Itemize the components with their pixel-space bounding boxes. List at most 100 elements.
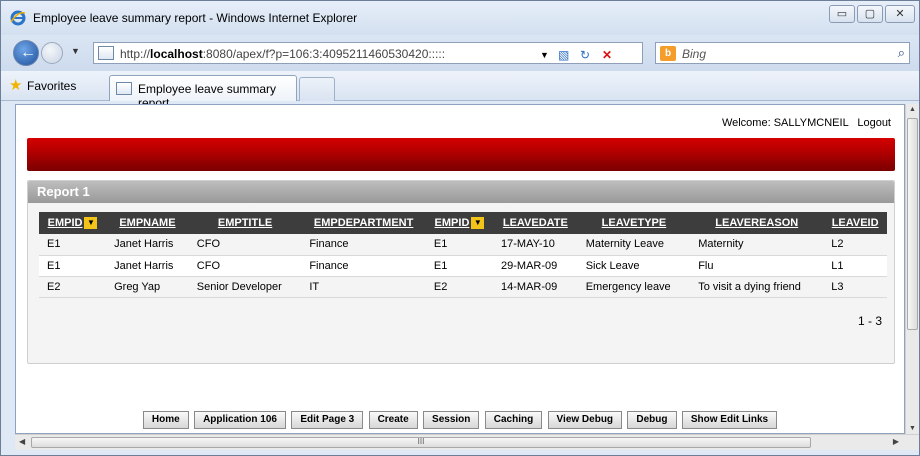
table-row: E2 Greg Yap Senior Developer IT E2 14-MA…	[39, 276, 887, 298]
forward-button[interactable]	[41, 42, 63, 64]
column-header-leavetype[interactable]: LEAVETYPE	[577, 212, 691, 234]
cell-empid: E1	[39, 255, 107, 277]
title-bar: Employee leave summary report - Windows …	[1, 1, 919, 35]
cell-empid-2: E1	[425, 255, 494, 277]
scroll-down-icon[interactable]: ▼	[909, 425, 916, 432]
page-content: Welcome: SALLYMCNEIL Logout Report 1 EMP…	[15, 104, 905, 434]
cell-leavetype: Sick Leave	[577, 255, 691, 277]
scroll-up-icon[interactable]: ▲	[909, 106, 916, 113]
new-tab-button[interactable]	[299, 77, 335, 101]
address-bar-row: ← ▼ http://localhost:8080/apex/f?p=106:3…	[1, 35, 919, 71]
favorites-label: Favorites	[27, 79, 77, 93]
cell-leavedate: 14-MAR-09	[493, 276, 578, 298]
back-arrow-icon: ←	[20, 44, 36, 61]
horizontal-scrollbar[interactable]: ◀ III ▶	[15, 434, 919, 450]
scroll-right-icon[interactable]: ▶	[893, 437, 899, 446]
cell-empname: Greg Yap	[106, 276, 189, 298]
pagination-text: 1 - 3	[857, 314, 882, 328]
cell-empdepartment: Finance	[301, 234, 426, 256]
header-banner	[27, 138, 895, 171]
column-header-empdepartment[interactable]: EMPDEPARTMENT	[301, 212, 426, 234]
cell-empname: Janet Harris	[106, 234, 189, 256]
close-window-button[interactable]: ✕	[885, 5, 915, 23]
back-button[interactable]: ←	[13, 40, 39, 66]
cell-empid-2: E2	[425, 276, 494, 298]
sort-desc-icon[interactable]: ▼	[471, 217, 485, 230]
dev-debug-button[interactable]: Debug	[627, 411, 677, 429]
cell-leavedate: 29-MAR-09	[493, 255, 578, 277]
cell-leaveid: L1	[823, 255, 887, 277]
cell-leavetype: Emergency leave	[577, 276, 691, 298]
column-header-leaveid[interactable]: LEAVEID	[823, 212, 887, 234]
logout-link[interactable]: Logout	[857, 117, 891, 129]
cell-empid: E1	[39, 234, 107, 256]
cell-empid: E2	[39, 276, 107, 298]
cell-empid-2: E1	[425, 234, 494, 256]
refresh-icon[interactable]: ↻	[580, 48, 590, 62]
internet-explorer-icon	[10, 10, 26, 26]
region-title: Report 1	[37, 184, 90, 199]
column-header-empname[interactable]: EMPNAME	[106, 212, 189, 234]
favorites-bar: ★ Favorites Employee leave summary repor…	[1, 71, 919, 110]
dev-show-edit-links-button[interactable]: Show Edit Links	[681, 411, 778, 429]
bing-icon: b	[660, 46, 676, 61]
developer-toolbar: Home Application 106 Edit Page 3 Create …	[16, 411, 904, 431]
minimize-button[interactable]: ▭	[829, 5, 855, 23]
stop-icon[interactable]: ✕	[602, 48, 612, 62]
dev-caching-button[interactable]: Caching	[484, 411, 543, 429]
search-field[interactable]: b Bing ⌕	[655, 42, 910, 64]
window-title: Employee leave summary report - Windows …	[33, 11, 358, 25]
welcome-text: Welcome: SALLYMCNEIL	[721, 117, 849, 129]
address-field[interactable]: http://localhost:8080/apex/f?p=106:3:409…	[93, 42, 643, 64]
scroll-left-icon[interactable]: ◀	[19, 437, 25, 446]
favorites-button[interactable]: ★ Favorites	[7, 76, 76, 96]
browser-window: Employee leave summary report - Windows …	[0, 0, 920, 456]
table-row: E1 Janet Harris CFO Finance E1 17-MAY-10…	[39, 234, 887, 256]
star-icon: ★	[9, 77, 23, 94]
column-header-leavereason[interactable]: LEAVEREASON	[690, 212, 824, 234]
dev-create-button[interactable]: Create	[368, 411, 418, 429]
column-header-emptitle[interactable]: EMPTITLE	[188, 212, 302, 234]
dev-home-button[interactable]: Home	[142, 411, 189, 429]
cell-leaveid: L3	[823, 276, 887, 298]
column-header-empid-2[interactable]: EMPID ▼	[425, 212, 494, 234]
search-icon[interactable]: ⌕	[898, 45, 905, 61]
report-region: Report 1 EMPID ▼ EMPNAME EMPTITLE EMPDEPA…	[27, 180, 895, 364]
cell-emptitle: CFO	[188, 255, 302, 277]
cell-leavereason: To visit a dying friend	[690, 276, 824, 298]
cell-emptitle: CFO	[188, 234, 302, 256]
cell-empname: Janet Harris	[106, 255, 189, 277]
scroll-grip-icon: III	[417, 437, 425, 446]
recent-pages-dropdown-icon[interactable]: ▼	[71, 46, 80, 56]
report-table: EMPID ▼ EMPNAME EMPTITLE EMPDEPARTMENT EM…	[39, 212, 887, 298]
cell-empdepartment: IT	[301, 276, 426, 298]
horizontal-scroll-thumb[interactable]: III	[31, 437, 811, 448]
url-text[interactable]: http://localhost:8080/apex/f?p=106:3:409…	[120, 47, 445, 61]
sort-desc-icon[interactable]: ▼	[84, 217, 98, 230]
region-title-bar: Report 1	[28, 181, 894, 203]
vertical-scrollbar[interactable]: ▲ ▼	[905, 104, 919, 434]
cell-leavereason: Flu	[690, 255, 824, 277]
cell-leaveid: L2	[823, 234, 887, 256]
address-dropdown-icon[interactable]: ▼	[540, 50, 549, 60]
compatibility-view-icon[interactable]: ▧	[558, 48, 569, 62]
dev-application-button[interactable]: Application 106	[194, 411, 286, 429]
page-icon	[116, 82, 132, 95]
table-header-row: EMPID ▼ EMPNAME EMPTITLE EMPDEPARTMENT EM…	[39, 212, 887, 234]
vertical-scroll-thumb[interactable]	[907, 118, 918, 330]
dev-edit-page-button[interactable]: Edit Page 3	[291, 411, 364, 429]
dev-session-button[interactable]: Session	[423, 411, 480, 429]
cell-leavedate: 17-MAY-10	[493, 234, 578, 256]
table-row: E1 Janet Harris CFO Finance E1 29-MAR-09…	[39, 255, 887, 277]
maximize-button[interactable]: ▢	[857, 5, 883, 23]
page-icon	[98, 46, 114, 60]
column-header-empid[interactable]: EMPID ▼	[39, 212, 107, 234]
welcome-area: Welcome: SALLYMCNEIL Logout	[722, 117, 891, 129]
cell-empdepartment: Finance	[301, 255, 426, 277]
column-header-leavedate[interactable]: LEAVEDATE	[493, 212, 578, 234]
cell-leavetype: Maternity Leave	[577, 234, 691, 256]
search-placeholder: Bing	[682, 47, 707, 61]
cell-emptitle: Senior Developer	[188, 276, 302, 298]
dev-view-debug-button[interactable]: View Debug	[547, 411, 623, 429]
tab-employee-leave-report[interactable]: Employee leave summary report	[109, 75, 297, 110]
